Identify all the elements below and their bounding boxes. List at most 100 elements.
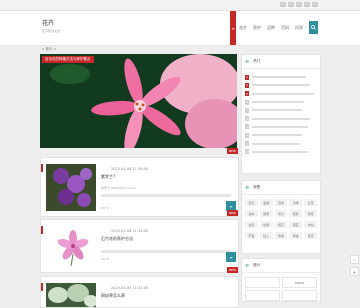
hot-item-title [252,134,302,137]
post-thumbnail[interactable] [46,226,96,268]
post-title[interactable]: 网纹草怎么养 [101,293,125,299]
back-to-top-button[interactable]: ▲ [350,267,359,276]
post-date: 2025-04-06 11:34:00 [111,229,149,233]
rank-number: 9 [245,141,249,147]
post-item: NEW 2025-04-06 11:31:00 网纹草怎么养 [40,267,239,308]
post-thumbnail[interactable] [46,283,96,307]
hot-item[interactable]: 6 [245,114,317,122]
tag[interactable]: 盆栽 [259,199,273,206]
search-button[interactable] [309,21,318,34]
hot-item-title [252,117,310,120]
rank-number: 5 [245,107,249,113]
list-icon: ≡ [229,254,233,260]
tag[interactable]: 吊兰 [274,210,288,217]
top-links [280,2,318,7]
rank-number: 1 [245,74,249,80]
tag[interactable]: 茉莉 [289,210,303,217]
excerpt-line [101,194,231,197]
breadcrumb[interactable]: ⌂ 首页 > [42,47,56,52]
widget-header: ≡ 标签 [242,181,320,195]
accent-bar [41,283,43,291]
hot-item[interactable]: 10 [245,148,317,156]
nav-item[interactable]: 百科 [278,11,292,45]
hot-item[interactable]: 4 [245,98,317,106]
tags-widget: ≡ 标签 花卉 盆栽 百合 月季 兰花 多肉 绿萝 吊兰 茉莉 菊花 牡丹 杜鹃… [241,180,321,254]
widget-title: 标签 [253,185,261,189]
tag[interactable]: 水仙 [304,221,317,228]
top-link[interactable] [288,2,294,7]
hero-image [40,54,237,148]
site-logo[interactable]: 花卉 [42,18,54,27]
nav-item[interactable]: 品种 [264,11,278,45]
post-date: 2025-04-06 11:36:00 [111,167,149,171]
tag[interactable]: 荷花 [289,221,303,228]
tag[interactable]: 花卉 [245,199,258,206]
tag[interactable]: 牡丹 [245,221,258,228]
widget-title: 统计 [253,263,261,267]
share-button[interactable]: ↗ [350,255,359,264]
list-icon: ≡ [245,58,250,65]
stat-cell [282,290,317,301]
post-date: 2025-04-06 11:31:00 [111,286,149,290]
excerpt-line [101,250,231,253]
tag[interactable]: 多肉 [245,210,258,217]
post-title[interactable]: 石竹花的养护方法 [101,236,133,242]
post-views: 24 ℃ [101,206,110,210]
hero-slide[interactable]: 百合花的种植方法与养护要点 [40,54,237,148]
tag[interactable]: 芦荟 [245,232,258,239]
post-title[interactable]: 紫罗兰? [101,174,115,180]
hot-item[interactable]: 9 [245,139,317,147]
post-views: 24 ℃ [101,257,110,261]
tag[interactable]: 仙人 [259,232,273,239]
stat-cell: 30501 [282,277,317,288]
hot-item-title [252,109,302,112]
hot-list: 1 2 3 4 5 6 7 8 9 10 [242,69,320,156]
hot-item-title [252,142,300,145]
accent-bar [41,226,43,234]
hot-widget: ≡ 热门 1 2 3 4 5 6 7 8 9 10 [241,54,321,174]
post-item: NEW 2025-04-06 11:36:00 紫罗兰? 紫罗兰 Matthio… [40,148,239,217]
main-nav: ≡ 花卉 养护 品种 百科 问答 [230,11,306,45]
tag[interactable]: 茶花 [304,232,317,239]
hot-item-title [252,125,308,128]
rank-number: 4 [245,99,249,105]
nav-item[interactable]: 问答 [292,11,306,45]
hot-item[interactable]: 3 [245,90,317,98]
tag[interactable]: 杜鹃 [259,221,273,228]
stat-cell [245,277,280,288]
stat-cell [245,290,280,301]
post-thumbnail[interactable] [46,164,96,211]
top-link[interactable] [280,2,286,7]
nav-item[interactable]: 花卉 [236,11,250,45]
rank-number: 6 [245,116,249,122]
list-icon: ≡ [245,184,250,191]
tag[interactable]: 桂花 [274,221,288,228]
thumbnail-image [46,164,96,211]
site-tagline: 花卉知识大全 [42,29,61,33]
hot-item[interactable]: 7 [245,123,317,131]
tag[interactable]: 兰花 [304,199,317,206]
hot-item[interactable]: 1 [245,73,317,81]
top-link[interactable] [296,2,302,7]
list-icon: ≡ [245,262,250,269]
nav-item[interactable]: 养护 [250,11,264,45]
top-link[interactable] [304,2,310,7]
read-more-button[interactable]: ≡ [226,252,236,262]
hot-item[interactable]: 2 [245,81,317,89]
arrow-up-icon: ▲ [353,269,356,274]
tag[interactable]: 月季 [289,199,303,206]
tag[interactable]: 绿萝 [259,210,273,217]
hot-item-title [252,76,306,79]
hot-item-title [252,92,314,95]
tag[interactable]: 百合 [274,199,288,206]
search-icon [311,25,316,30]
thumbnail-image [46,226,96,268]
tag[interactable]: 郁金 [289,232,303,239]
top-bar [0,0,360,11]
hot-item[interactable]: 5 [245,106,317,114]
tag[interactable]: 菊花 [304,210,317,217]
tag[interactable]: 玫瑰 [274,232,288,239]
hot-item[interactable]: 8 [245,131,317,139]
top-link[interactable] [312,2,318,7]
new-badge: NEW [226,210,238,216]
